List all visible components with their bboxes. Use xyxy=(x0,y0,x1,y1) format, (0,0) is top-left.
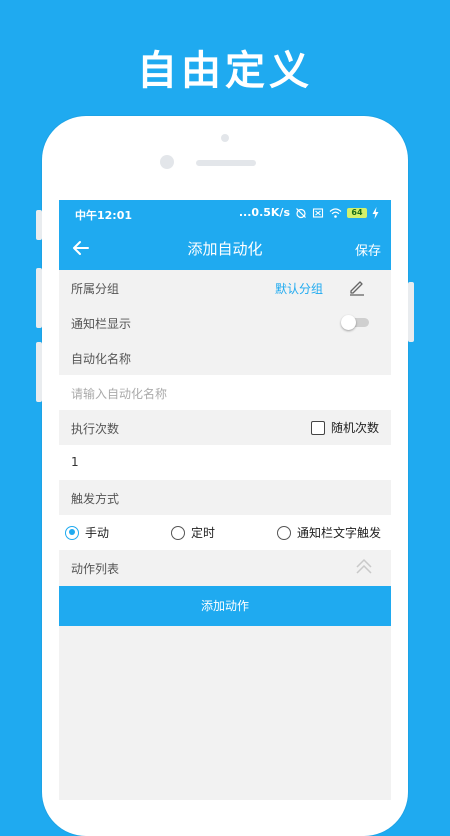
random-count-checkbox[interactable]: 随机次数 xyxy=(310,419,379,436)
app-screen: 中午12:01 ...0.5K/s 64 添加自动化 保存 所属分组 默认分组 xyxy=(59,200,391,800)
phone-sensor xyxy=(221,134,229,142)
sim-off-icon xyxy=(312,207,324,219)
exec-count-input-row[interactable]: 1 xyxy=(59,445,391,480)
trigger-label: 触发方式 xyxy=(71,492,120,506)
phone-side-button xyxy=(36,210,42,240)
trigger-header-row: 触发方式 xyxy=(59,480,391,515)
phone-speaker xyxy=(196,160,256,166)
trigger-radio-notification[interactable]: 通知栏文字触发 xyxy=(277,524,381,541)
trigger-radio-timed[interactable]: 定时 xyxy=(171,524,215,541)
group-value[interactable]: 默认分组 xyxy=(275,280,323,297)
notification-row: 通知栏显示 xyxy=(59,305,391,340)
app-bar: 添加自动化 保存 xyxy=(59,226,391,270)
phone-camera xyxy=(160,155,174,169)
group-label: 所属分组 xyxy=(71,282,120,296)
trigger-option-label: 定时 xyxy=(191,526,216,540)
radio-selected-icon[interactable] xyxy=(65,525,79,540)
promo-title: 自由定义 xyxy=(137,48,313,94)
random-count-label: 随机次数 xyxy=(330,421,379,435)
notification-label: 通知栏显示 xyxy=(71,317,132,331)
phone-side-button xyxy=(36,268,42,328)
name-label: 自动化名称 xyxy=(71,352,132,366)
checkbox-box[interactable] xyxy=(310,420,325,435)
trigger-radio-manual[interactable]: 手动 xyxy=(65,524,109,541)
notification-toggle[interactable] xyxy=(341,315,369,330)
charging-icon xyxy=(372,206,379,219)
edit-pencil-icon[interactable] xyxy=(347,277,367,297)
trigger-option-label: 通知栏文字触发 xyxy=(297,526,382,540)
name-input-row[interactable]: 请输入自动化名称 xyxy=(59,375,391,410)
exec-count-label: 执行次数 xyxy=(71,422,120,436)
exec-count-input[interactable]: 1 xyxy=(71,455,79,469)
radio-unselected-icon[interactable] xyxy=(277,525,291,540)
collapse-chevron-icon[interactable] xyxy=(353,556,375,578)
exec-count-header-row: 执行次数 随机次数 xyxy=(59,410,391,445)
status-time: 中午12:01 xyxy=(75,209,133,222)
radio-unselected-icon[interactable] xyxy=(171,525,185,540)
phone-side-button xyxy=(408,282,414,342)
wifi-icon xyxy=(329,207,342,219)
page-title: 添加自动化 xyxy=(187,240,263,258)
status-bar: 中午12:01 ...0.5K/s 64 xyxy=(59,200,391,226)
phone-side-button xyxy=(36,342,42,402)
action-list-label: 动作列表 xyxy=(71,562,120,576)
network-speed: ...0.5K/s xyxy=(238,206,290,219)
action-list-header-row: 动作列表 xyxy=(59,550,391,585)
group-row[interactable]: 所属分组 默认分组 xyxy=(59,270,391,305)
toggle-knob xyxy=(341,315,356,330)
save-button[interactable]: 保存 xyxy=(355,240,381,259)
status-icons: ...0.5K/s 64 xyxy=(239,206,379,219)
trigger-option-label: 手动 xyxy=(85,526,110,540)
name-input[interactable]: 请输入自动化名称 xyxy=(71,385,167,402)
alarm-off-icon xyxy=(295,207,307,219)
add-action-button[interactable]: 添加动作 xyxy=(59,586,391,626)
name-header-row: 自动化名称 xyxy=(59,340,391,375)
trigger-options-row: 手动 定时 通知栏文字触发 xyxy=(59,515,391,550)
battery-icon: 64 xyxy=(347,207,367,218)
